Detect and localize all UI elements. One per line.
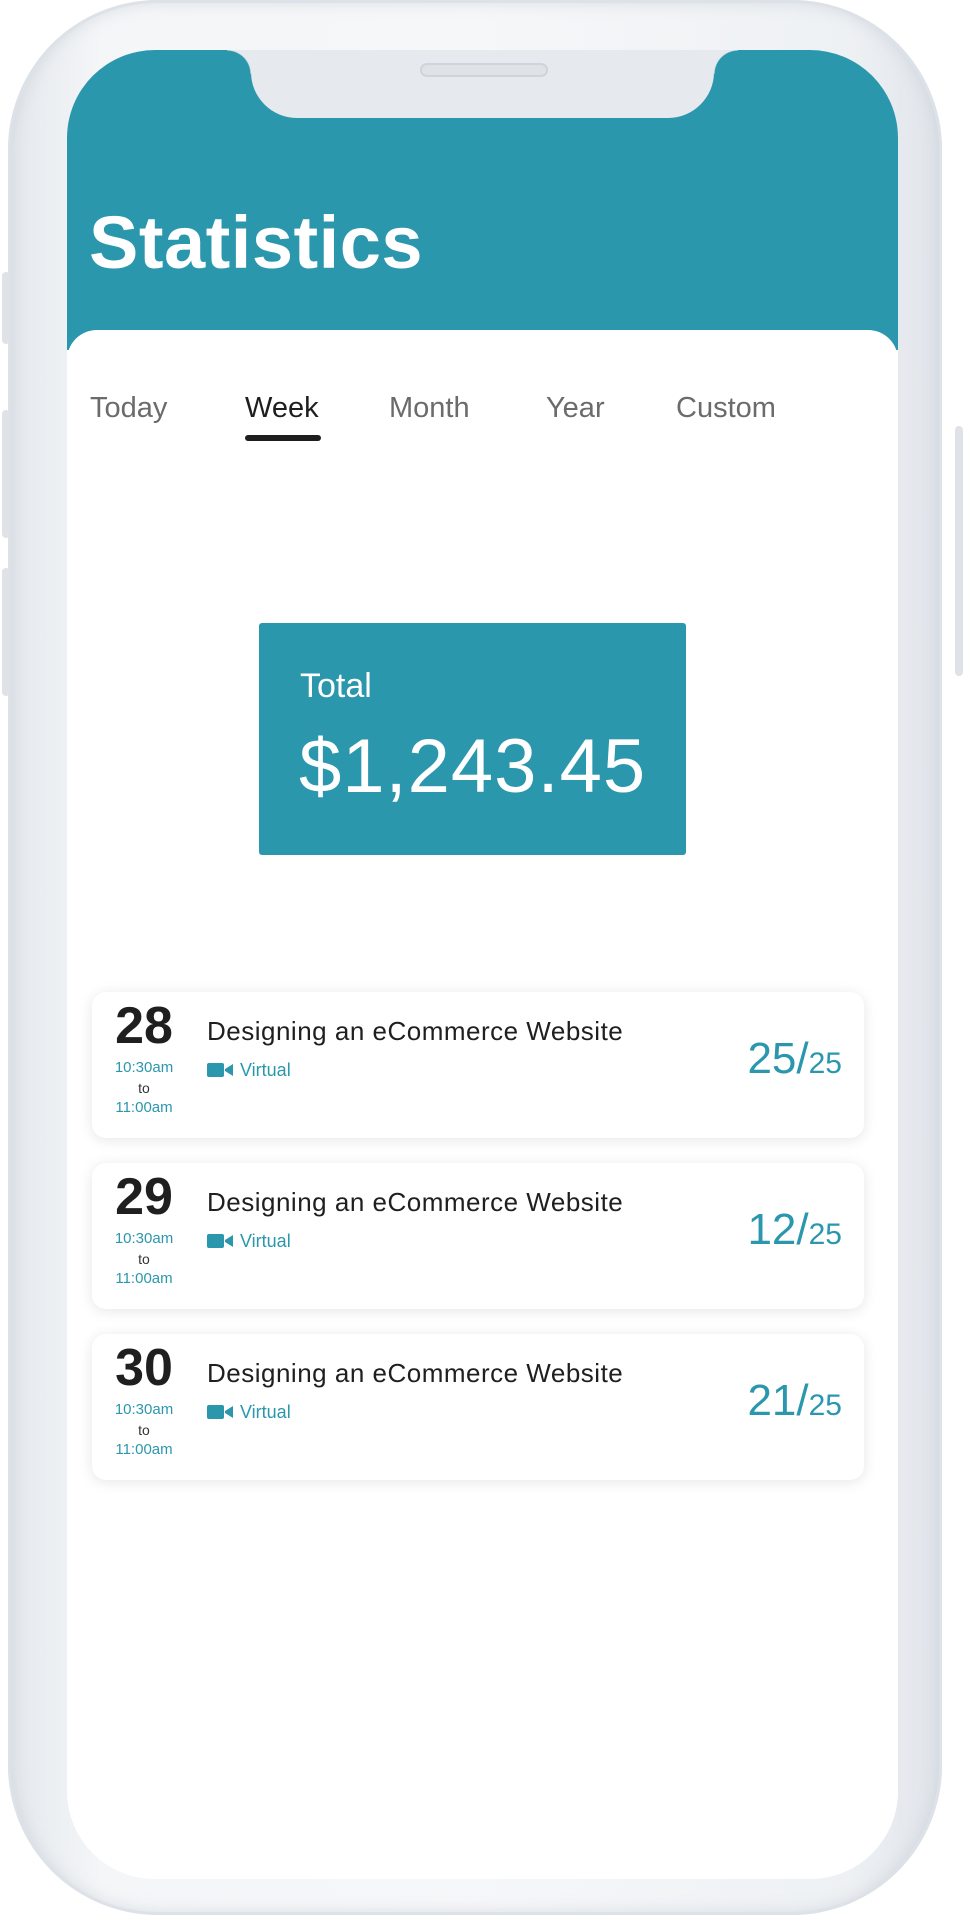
attendance-capacity: 25 [808, 1389, 842, 1422]
attendance-count: 25 [747, 1034, 797, 1083]
attendance-separator: / [796, 1205, 809, 1254]
event-attendance: 25 / 25 [747, 1034, 842, 1084]
event-attendance: 21 / 25 [747, 1376, 842, 1426]
event-card[interactable]: 28 10:30am to 11:00am Designing an eComm… [92, 992, 864, 1138]
event-day: 30 [115, 1339, 173, 1397]
event-time-start: 10:30am [114, 1230, 174, 1247]
attendance-count: 12 [747, 1205, 797, 1254]
volume-up-button [2, 410, 10, 538]
total-value: $1,243.45 [299, 724, 647, 809]
event-time: 10:30am to 11:00am [109, 1058, 179, 1118]
content-panel: Today Week Month Year Custom Total $1,24… [67, 330, 898, 1879]
video-camera-icon [207, 1405, 233, 1419]
event-mode-label: Virtual [240, 1230, 291, 1251]
event-title: Designing an eCommerce Website [207, 1187, 624, 1217]
event-mode-label: Virtual [240, 1401, 291, 1422]
event-card[interactable]: 30 10:30am to 11:00am Designing an eComm… [92, 1334, 864, 1480]
event-time-start: 10:30am [114, 1401, 174, 1418]
page-title: Statistics [89, 201, 424, 284]
tab-month[interactable]: Month [389, 392, 470, 425]
event-time-separator: to [138, 1422, 150, 1438]
event-time-end: 11:00am [115, 1441, 173, 1458]
volume-down-button [2, 568, 10, 696]
event-time-end: 11:00am [115, 1270, 173, 1287]
event-time-separator: to [138, 1080, 150, 1096]
event-mode: Virtual [207, 1058, 291, 1082]
event-day: 29 [115, 1168, 173, 1226]
tab-year[interactable]: Year [546, 392, 605, 425]
stage: Statistics Today Week Month Year Custom … [0, 0, 965, 1919]
notch [227, 50, 738, 118]
event-attendance: 12 / 25 [747, 1205, 842, 1255]
screen: Statistics Today Week Month Year Custom … [67, 50, 898, 1879]
attendance-count: 21 [747, 1376, 797, 1425]
attendance-capacity: 25 [808, 1047, 842, 1080]
period-tabs: Today Week Month Year Custom [67, 330, 898, 450]
event-title: Designing an eCommerce Website [207, 1016, 624, 1046]
video-camera-icon [207, 1234, 233, 1248]
active-tab-indicator [245, 435, 321, 441]
event-mode: Virtual [207, 1229, 291, 1253]
total-label: Total [300, 667, 372, 705]
event-day: 28 [115, 997, 173, 1055]
tab-week[interactable]: Week [245, 392, 319, 425]
event-time: 10:30am to 11:00am [109, 1400, 179, 1460]
event-time: 10:30am to 11:00am [109, 1229, 179, 1289]
event-mode: Virtual [207, 1400, 291, 1424]
mute-switch [2, 272, 10, 344]
power-button [955, 426, 963, 676]
total-card: Total $1,243.45 [259, 623, 686, 855]
attendance-separator: / [796, 1376, 809, 1425]
event-card[interactable]: 29 10:30am to 11:00am Designing an eComm… [92, 1163, 864, 1309]
event-time-separator: to [138, 1251, 150, 1267]
tab-today[interactable]: Today [90, 392, 167, 425]
event-time-start: 10:30am [114, 1059, 174, 1076]
event-title: Designing an eCommerce Website [207, 1358, 624, 1388]
tab-custom[interactable]: Custom [676, 392, 776, 425]
attendance-separator: / [796, 1034, 809, 1083]
event-time-end: 11:00am [115, 1099, 173, 1116]
video-camera-icon [207, 1063, 233, 1077]
attendance-capacity: 25 [808, 1218, 842, 1251]
event-mode-label: Virtual [240, 1059, 291, 1080]
speaker-grille [420, 63, 548, 77]
